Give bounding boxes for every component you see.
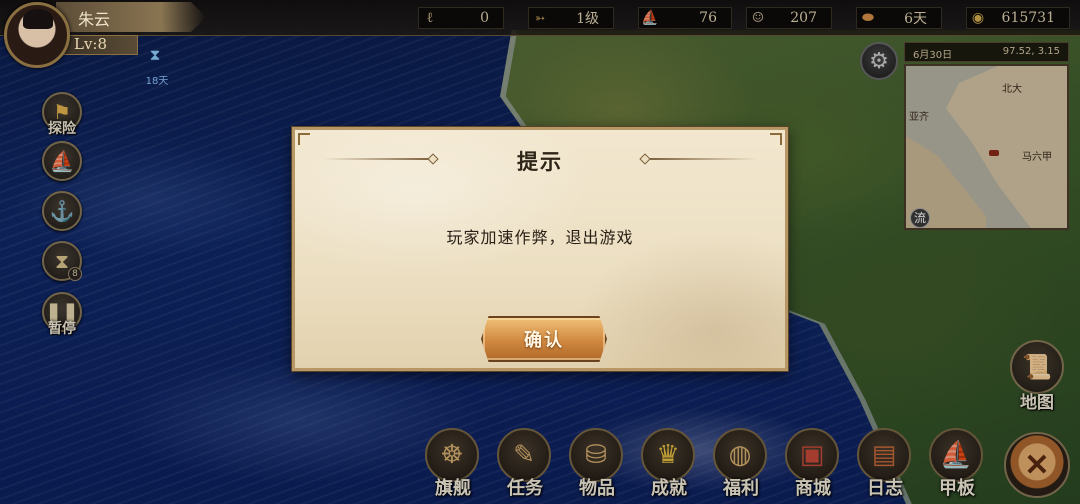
confirm-button[interactable]: 确认 <box>481 316 607 362</box>
player-avatar[interactable] <box>4 2 70 68</box>
alert-dialog: 提示 玩家加速作弊，退出游戏 确认 <box>292 127 788 371</box>
dialog-title: 提示 <box>517 149 563 174</box>
dialog-message: 玩家加速作弊，退出游戏 <box>446 228 634 247</box>
player-name: 朱云 <box>78 10 111 29</box>
player-level: Lv:8 <box>74 35 108 53</box>
